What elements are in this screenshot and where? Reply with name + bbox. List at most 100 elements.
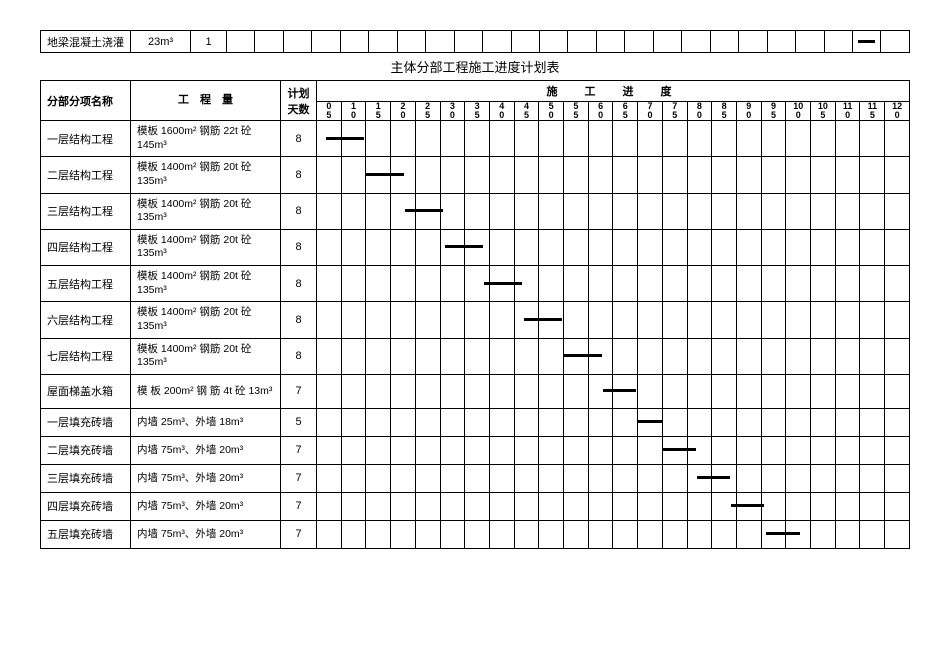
sched-cell xyxy=(341,121,366,157)
sched-cell xyxy=(341,193,366,229)
sched-cell xyxy=(736,408,761,436)
sched-cell xyxy=(489,302,514,338)
table-row: 一层结构工程模板 1600m² 钢筋 22t 砼 145m³8 xyxy=(41,121,910,157)
row-qty: 内墙 75m³、外墙 20m³ xyxy=(131,464,281,492)
top-days: 1 xyxy=(191,31,227,53)
sched-cell xyxy=(514,266,539,302)
sched-cell xyxy=(440,492,465,520)
sched-cell xyxy=(835,464,860,492)
sched-cell xyxy=(712,266,737,302)
sched-cell xyxy=(662,464,687,492)
sched-cell xyxy=(415,464,440,492)
top-sched-cell xyxy=(796,31,824,53)
tick: 15 xyxy=(366,102,391,121)
sched-cell xyxy=(786,374,811,408)
sched-cell xyxy=(415,338,440,374)
sched-cell xyxy=(465,338,490,374)
header-row-1: 分部分项名称 工 程 量 计划天数 施 工 进 度 xyxy=(41,81,910,102)
tick: 120 xyxy=(885,102,910,121)
sched-cell xyxy=(687,338,712,374)
sched-cell xyxy=(341,157,366,193)
sched-cell xyxy=(366,157,391,193)
sched-cell xyxy=(539,157,564,193)
sched-cell xyxy=(588,338,613,374)
sched-cell xyxy=(391,436,416,464)
row-days: 8 xyxy=(281,157,317,193)
sched-cell xyxy=(662,520,687,548)
row-days: 8 xyxy=(281,229,317,265)
sched-cell xyxy=(415,193,440,229)
table-row: 三层填充砖墙内墙 75m³、外墙 20m³7 xyxy=(41,464,910,492)
table-row: 五层填充砖墙内墙 75m³、外墙 20m³7 xyxy=(41,520,910,548)
sched-cell xyxy=(539,374,564,408)
top-row: 地梁混凝土浇灌 23m³ 1 xyxy=(41,31,910,53)
row-days: 8 xyxy=(281,266,317,302)
sched-cell xyxy=(712,193,737,229)
sched-cell xyxy=(391,374,416,408)
sched-cell xyxy=(687,408,712,436)
sched-cell xyxy=(712,229,737,265)
sched-cell xyxy=(341,520,366,548)
sched-cell xyxy=(564,302,589,338)
sched-cell xyxy=(860,374,885,408)
sched-cell xyxy=(736,229,761,265)
row-qty: 模板 1600m² 钢筋 22t 砼 145m³ xyxy=(131,121,281,157)
sched-cell xyxy=(588,436,613,464)
row-days: 7 xyxy=(281,492,317,520)
sched-cell xyxy=(341,229,366,265)
sched-cell xyxy=(564,520,589,548)
sched-cell xyxy=(391,229,416,265)
sched-cell xyxy=(662,374,687,408)
sched-cell xyxy=(761,302,786,338)
sched-cell xyxy=(317,266,342,302)
sched-cell xyxy=(539,302,564,338)
sched-cell xyxy=(835,520,860,548)
sched-cell xyxy=(539,492,564,520)
sched-cell xyxy=(811,157,836,193)
top-sched-cell xyxy=(653,31,681,53)
sched-cell xyxy=(712,464,737,492)
tick: 25 xyxy=(415,102,440,121)
sched-cell xyxy=(489,408,514,436)
sched-cell xyxy=(489,266,514,302)
sched-cell xyxy=(786,492,811,520)
sched-cell xyxy=(786,266,811,302)
sched-cell xyxy=(687,229,712,265)
tick: 80 xyxy=(687,102,712,121)
sched-cell xyxy=(687,520,712,548)
sched-cell xyxy=(761,229,786,265)
sched-cell xyxy=(638,338,663,374)
sched-cell xyxy=(588,121,613,157)
sched-cell xyxy=(588,302,613,338)
row-name: 三层填充砖墙 xyxy=(41,464,131,492)
sched-cell xyxy=(835,408,860,436)
sched-cell xyxy=(465,408,490,436)
main-table: 分部分项名称 工 程 量 计划天数 施 工 进 度 05101520253035… xyxy=(40,80,910,549)
sched-cell xyxy=(317,492,342,520)
tick: 105 xyxy=(811,102,836,121)
top-sched-cell xyxy=(340,31,368,53)
gantt-bar xyxy=(858,40,874,43)
sched-cell xyxy=(341,436,366,464)
sched-cell xyxy=(514,121,539,157)
sched-cell xyxy=(341,492,366,520)
sched-cell xyxy=(440,374,465,408)
sched-cell xyxy=(761,464,786,492)
sched-cell xyxy=(440,266,465,302)
sched-cell xyxy=(564,492,589,520)
sched-cell xyxy=(736,266,761,302)
table-row: 四层结构工程模板 1400m² 钢筋 20t 砼 135m³8 xyxy=(41,229,910,265)
sched-cell xyxy=(391,121,416,157)
top-sched-cell xyxy=(568,31,596,53)
sched-cell xyxy=(835,492,860,520)
row-name: 二层结构工程 xyxy=(41,157,131,193)
sched-cell xyxy=(465,464,490,492)
sched-cell xyxy=(687,121,712,157)
sched-cell xyxy=(514,436,539,464)
sched-cell xyxy=(415,157,440,193)
sched-cell xyxy=(391,408,416,436)
sched-cell xyxy=(366,520,391,548)
sched-cell xyxy=(564,193,589,229)
sched-cell xyxy=(786,338,811,374)
table-row: 四层填充砖墙内墙 75m³、外墙 20m³7 xyxy=(41,492,910,520)
